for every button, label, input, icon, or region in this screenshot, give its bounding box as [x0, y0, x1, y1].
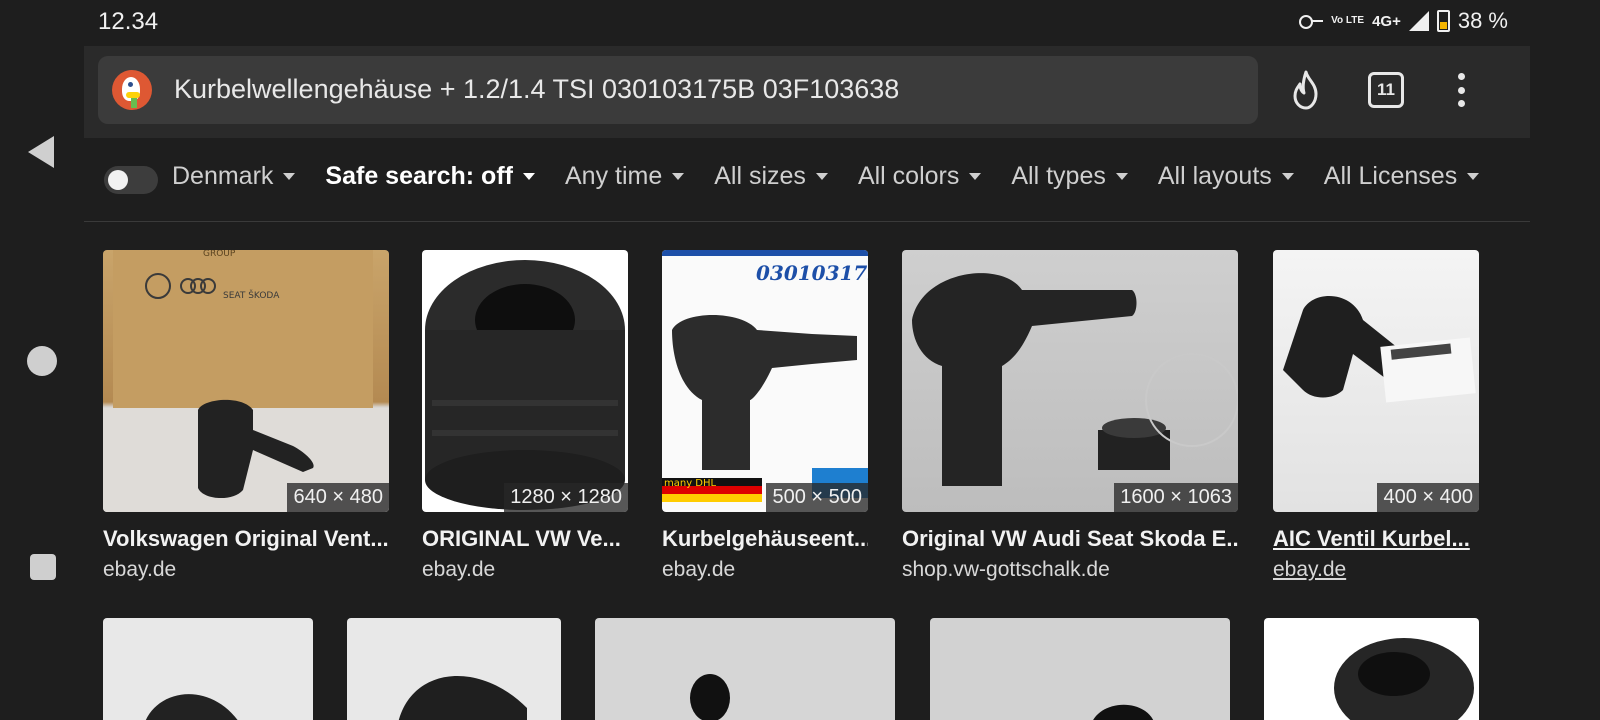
- recents-icon[interactable]: [30, 554, 56, 580]
- dot-icon: [1457, 100, 1465, 107]
- image-dimensions: 640 × 480: [287, 483, 389, 512]
- tabs-button[interactable]: 11: [1368, 72, 1404, 108]
- signal-icon: [1408, 11, 1429, 31]
- image-result-card[interactable]: [930, 618, 1230, 720]
- filter-license[interactable]: All Licenses: [1324, 162, 1480, 191]
- rubber-grommet-image: [425, 260, 625, 510]
- filter-type[interactable]: All types: [1011, 162, 1128, 191]
- home-icon[interactable]: [27, 346, 57, 376]
- duckduckgo-logo-icon: [112, 70, 152, 110]
- caret-down-icon: [969, 173, 982, 180]
- image-result-card[interactable]: 400 × 400 AIC Ventil Kurbel... ebay.de: [1273, 250, 1479, 582]
- result-thumbnail[interactable]: [1264, 618, 1479, 720]
- result-thumbnail[interactable]: [103, 618, 313, 720]
- result-title[interactable]: Volkswagen Original Vent...: [103, 526, 389, 552]
- vpn-key-icon: [1299, 14, 1324, 29]
- packaged-valve-image: [1283, 296, 1476, 403]
- caret-down-icon: [672, 173, 685, 180]
- image-dimensions: 1280 × 1280: [504, 483, 628, 512]
- result-title[interactable]: AIC Ventil Kurbel...: [1273, 526, 1479, 552]
- caret-down-icon: [1115, 173, 1128, 180]
- valve-image: [145, 694, 238, 720]
- filter-layout[interactable]: All layouts: [1158, 162, 1294, 191]
- svg-text:many DHL: many DHL: [664, 478, 717, 489]
- result-thumbnail[interactable]: [930, 618, 1230, 720]
- image-result-card[interactable]: GROUP SEAT ŠKODA 640 × 480 Volkswagen Or…: [103, 250, 389, 582]
- result-thumbnail[interactable]: 400 × 400: [1273, 250, 1479, 512]
- grommet-image: [1334, 638, 1474, 720]
- status-icons: Vo LTE 4G+ 38 %: [1299, 8, 1508, 34]
- image-dimensions: 400 × 400: [1377, 483, 1479, 512]
- svg-text:SEAT ŠKODA: SEAT ŠKODA: [223, 289, 280, 301]
- image-result-card[interactable]: [103, 618, 313, 720]
- status-bar: 12.34 Vo LTE 4G+ 38 %: [84, 0, 1530, 46]
- caret-down-icon: [283, 173, 296, 180]
- image-result-card[interactable]: 1600 × 1063 Original VW Audi Seat Skoda …: [902, 250, 1238, 582]
- svg-text:GROUP: GROUP: [203, 250, 236, 259]
- dot-icon: [1457, 73, 1465, 80]
- filter-safe-search[interactable]: Safe search: off: [325, 162, 535, 191]
- result-source[interactable]: ebay.de: [662, 558, 868, 582]
- filter-color[interactable]: All colors: [858, 162, 982, 191]
- image-dimensions: 500 × 500: [766, 483, 868, 512]
- valve-and-seal-image: [912, 273, 1238, 486]
- svg-text:0301031751: 0301031751: [756, 261, 868, 285]
- image-result-card[interactable]: [595, 618, 895, 720]
- system-nav-bar: [0, 0, 84, 720]
- caret-down-icon: [1281, 173, 1294, 180]
- filter-size[interactable]: All sizes: [714, 162, 828, 191]
- region-toggle[interactable]: [104, 166, 158, 194]
- filter-region[interactable]: Denmark: [172, 162, 296, 191]
- result-source[interactable]: ebay.de: [1273, 558, 1479, 582]
- image-result-card[interactable]: 0301031751 many DHL 500 × 500 Kurbelgehä…: [662, 250, 868, 582]
- browser-app: 12.34 Vo LTE 4G+ 38 % Kurbelwellengehäus…: [84, 0, 1530, 720]
- overflow-menu-button[interactable]: [1448, 70, 1474, 110]
- filter-bar: Denmark Safe search: off Any time All si…: [84, 138, 1530, 222]
- result-thumbnail[interactable]: [595, 618, 895, 720]
- volte-icon: Vo LTE: [1331, 15, 1365, 26]
- fire-button[interactable]: [1284, 68, 1328, 112]
- image-result-card[interactable]: [1264, 618, 1479, 720]
- browser-toolbar: Kurbelwellengehäuse + 1.2/1.4 TSI 030103…: [84, 46, 1530, 138]
- result-source[interactable]: ebay.de: [422, 558, 628, 582]
- screen-edge: [1530, 0, 1600, 720]
- clock: 12.34: [98, 8, 159, 35]
- filter-list: Denmark Safe search: off Any time All si…: [172, 162, 1509, 191]
- result-thumbnail[interactable]: 1280 × 1280: [422, 250, 628, 512]
- result-thumbnail[interactable]: 0301031751 many DHL 500 × 500: [662, 250, 868, 512]
- filter-time[interactable]: Any time: [565, 162, 685, 191]
- result-title[interactable]: Original VW Audi Seat Skoda E...: [902, 526, 1238, 552]
- breather-valve-box-image: GROUP SEAT ŠKODA: [103, 250, 389, 512]
- valve-image: [1093, 704, 1154, 720]
- result-source[interactable]: ebay.de: [103, 558, 389, 582]
- dot-icon: [1457, 86, 1465, 94]
- image-result-card[interactable]: [347, 618, 561, 720]
- result-thumbnail[interactable]: GROUP SEAT ŠKODA 640 × 480: [103, 250, 389, 512]
- valve-image: [398, 676, 527, 720]
- image-result-card[interactable]: 1280 × 1280 ORIGINAL VW Ve... ebay.de: [422, 250, 628, 582]
- result-source[interactable]: shop.vw-gottschalk.de: [902, 558, 1238, 582]
- search-query[interactable]: Kurbelwellengehäuse + 1.2/1.4 TSI 030103…: [174, 74, 899, 105]
- result-thumbnail[interactable]: [347, 618, 561, 720]
- fire-icon: [1293, 70, 1318, 110]
- network-type: 4G+: [1372, 12, 1401, 30]
- image-results: GROUP SEAT ŠKODA 640 × 480 Volkswagen Or…: [84, 222, 1530, 720]
- back-icon[interactable]: [28, 136, 54, 168]
- battery-icon: [1436, 10, 1450, 32]
- valve-product-image: 0301031751 many DHL: [662, 250, 868, 502]
- result-title[interactable]: Kurbelgehäuseent...: [662, 526, 868, 552]
- caret-down-icon: [1467, 173, 1480, 180]
- caret-down-icon: [522, 173, 535, 180]
- battery-percent: 38 %: [1457, 8, 1508, 33]
- address-bar[interactable]: Kurbelwellengehäuse + 1.2/1.4 TSI 030103…: [98, 56, 1258, 124]
- result-title[interactable]: ORIGINAL VW Ve...: [422, 526, 628, 552]
- image-dimensions: 1600 × 1063: [1114, 483, 1238, 512]
- result-thumbnail[interactable]: 1600 × 1063: [902, 250, 1238, 512]
- caret-down-icon: [815, 173, 828, 180]
- valve-image: [690, 674, 730, 720]
